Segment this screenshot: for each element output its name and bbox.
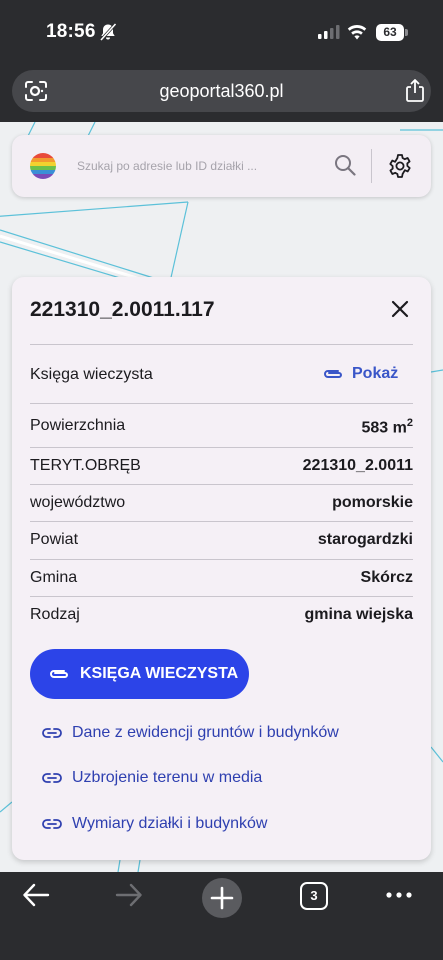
- address-bar[interactable]: geoportal360.pl: [12, 70, 431, 112]
- signal-icon: [318, 25, 340, 39]
- new-tab-button[interactable]: [202, 878, 242, 918]
- divider: [30, 403, 413, 404]
- land-register-button-label: KSIĘGA WIECZYSTA: [80, 665, 239, 682]
- parcel-id-title: 221310_2.0011.117: [30, 298, 215, 321]
- link-icon: [42, 728, 62, 738]
- url-text[interactable]: geoportal360.pl: [12, 81, 431, 102]
- parcel-info-panel: 221310_2.0011.117 Księga wieczysta Pokaż…: [12, 277, 431, 860]
- plus-icon: [210, 886, 234, 910]
- back-arrow-icon[interactable]: [22, 882, 50, 908]
- teryt-label: TERYT.OBRĘB: [30, 457, 141, 474]
- divider: [30, 484, 413, 485]
- land-register-button[interactable]: KSIĘGA WIECZYSTA: [30, 649, 249, 699]
- bell-muted-icon: [99, 22, 117, 42]
- divider: [30, 447, 413, 448]
- commune-label: Gmina: [30, 569, 78, 586]
- close-icon[interactable]: [390, 299, 410, 319]
- county-label: Powiat: [30, 531, 79, 548]
- voivodeship-label: województwo: [30, 494, 126, 511]
- commune-value: Skórcz: [360, 569, 413, 586]
- land-register-show-button[interactable]: Pokaż: [322, 365, 398, 383]
- share-icon[interactable]: [404, 78, 426, 103]
- status-bar: 18:56 63: [0, 0, 443, 62]
- geoportal-logo-icon: [30, 153, 56, 179]
- paperclip-icon: [324, 370, 342, 378]
- paperclip-icon: [50, 670, 68, 678]
- divider: [30, 559, 413, 560]
- search-input[interactable]: Szukaj po adresie lub ID działki ...: [77, 159, 257, 173]
- link-icon: [42, 819, 62, 829]
- cadastral-data-link-label: Dane z ewidencji gruntów i budynków: [72, 724, 339, 741]
- divider: [30, 596, 413, 597]
- search-icon[interactable]: [334, 154, 356, 176]
- divider: [30, 344, 413, 345]
- forward-arrow-icon[interactable]: [115, 882, 143, 908]
- link-icon: [42, 773, 62, 783]
- tab-switcher-button[interactable]: 3: [300, 882, 328, 910]
- county-value: starogardzki: [317, 531, 413, 548]
- wifi-icon: [347, 24, 367, 40]
- land-register-label: Księga wieczysta: [30, 366, 153, 383]
- browser-toolbar: 3: [0, 872, 443, 960]
- status-time: 18:56: [46, 21, 96, 42]
- type-label: Rodzaj: [30, 606, 80, 623]
- utilities-link-label: Uzbrojenie terenu w media: [72, 769, 263, 786]
- utilities-link[interactable]: Uzbrojenie terenu w media: [42, 769, 262, 787]
- search-divider: [371, 149, 372, 183]
- teryt-value: 221310_2.0011: [302, 457, 413, 474]
- battery-icon: 63: [376, 24, 408, 41]
- dimensions-link-label: Wymiary działki i budynków: [72, 815, 268, 832]
- battery-level: 63: [376, 24, 404, 41]
- cadastral-data-link[interactable]: Dane z ewidencji gruntów i budynków: [42, 724, 339, 742]
- dimensions-link[interactable]: Wymiary działki i budynków: [42, 815, 267, 833]
- search-bar[interactable]: Szukaj po adresie lub ID działki ...: [12, 135, 431, 197]
- more-icon[interactable]: [384, 882, 414, 908]
- type-value: gmina wiejska: [304, 606, 414, 623]
- land-register-show-label: Pokaż: [352, 365, 399, 382]
- gear-icon[interactable]: [387, 153, 413, 179]
- area-value: 583 m2: [361, 417, 414, 437]
- voivodeship-value: pomorskie: [332, 494, 413, 511]
- area-label: Powierzchnia: [30, 417, 126, 434]
- divider: [30, 521, 413, 522]
